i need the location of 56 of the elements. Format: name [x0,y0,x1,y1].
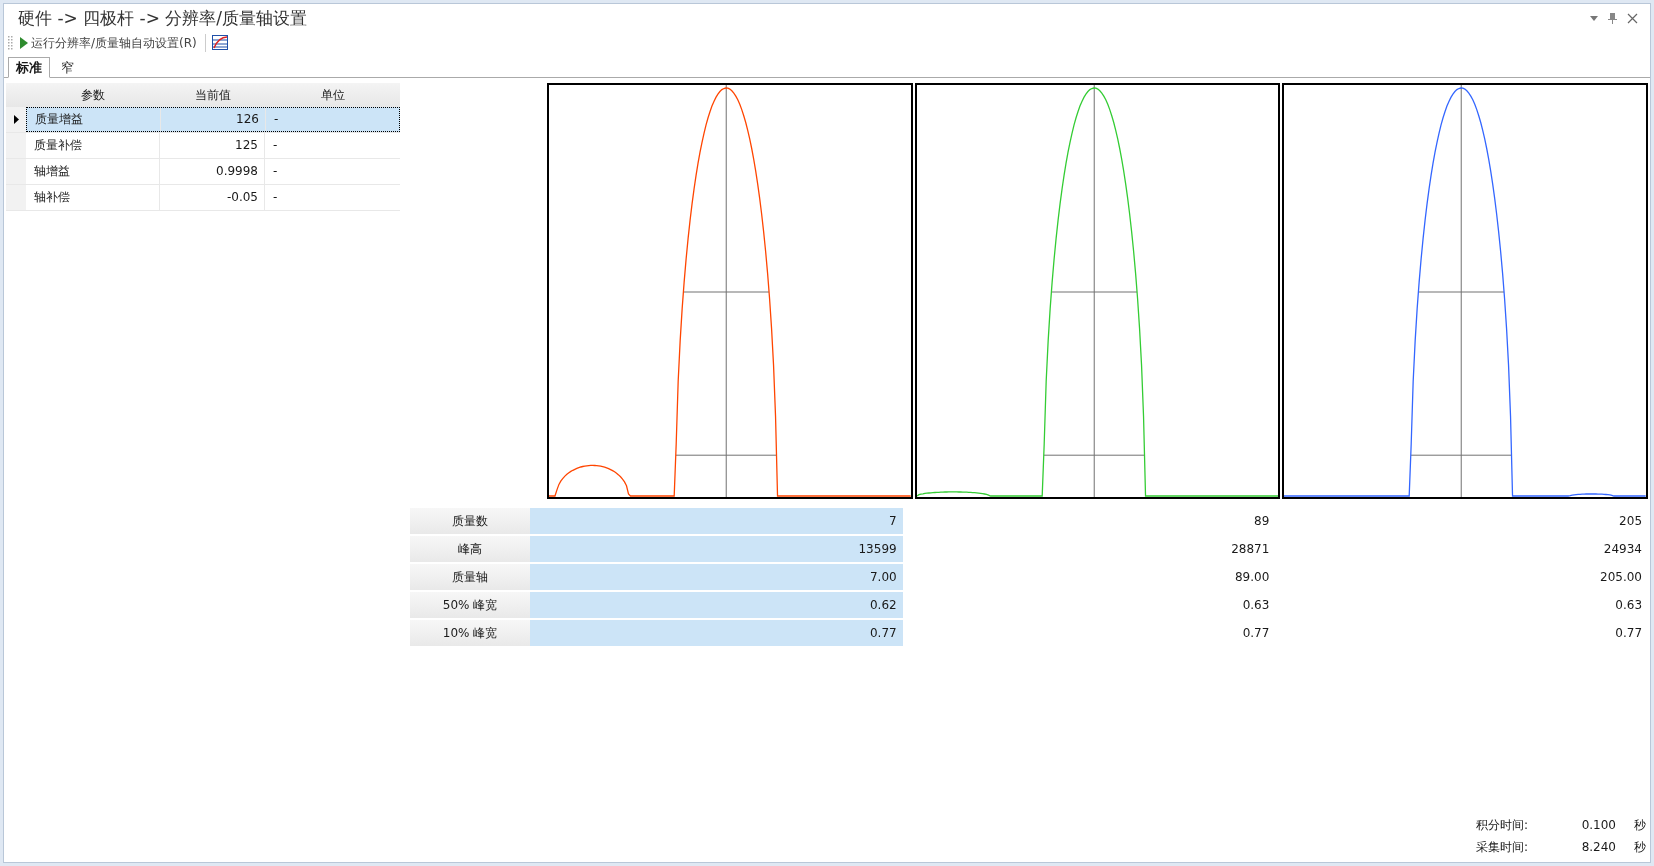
table-cell-text: 205 [1618,512,1643,530]
table-row[interactable]: 质量增益 126 - [26,106,400,132]
table-cell: 126 [161,107,266,131]
run-button[interactable]: 运行分辨率/质量轴自动设置(R) [18,33,199,52]
pin-icon[interactable] [1608,13,1617,25]
table-cell: 125 [160,132,265,158]
play-icon [20,36,28,49]
column-header: 当前值 [193,86,232,104]
table-cell: -0.05 [160,184,265,210]
row-label: 峰高 [410,535,530,562]
table-cell-text: 24934 [1602,540,1643,558]
table-cell: 0.62 [530,591,903,618]
tab[interactable]: 窄 [50,57,85,77]
table-cell-text: 89.00 [1234,568,1271,586]
field-value: 8.240 [1580,839,1616,856]
table-cell-text: 0.77 [1241,624,1271,642]
unit-label: 秒 [1634,817,1646,834]
row-header[interactable] [6,106,26,132]
row-label: 50% 峰宽 [410,591,530,618]
row-label: 质量数 [410,507,530,534]
table-cell: 0.9998 [160,158,265,184]
window-title: 硬件 -> 四极杆 -> 分辨率/质量轴设置 [18,7,308,30]
grip-icon [8,35,14,50]
tab[interactable]: 标准 [8,56,50,78]
table-cell: 轴补偿 [26,184,160,210]
table-cell-text: - [272,163,279,180]
unit-label: 秒 [1634,839,1646,856]
field-value: 0.100 [1580,817,1616,834]
table-cell-text: 0.63 [1241,596,1271,614]
dropdown-icon[interactable] [1590,16,1598,22]
table-cell-text: 28871 [1230,540,1271,558]
table-cell-text: - [273,111,280,128]
table-cell-text: - [272,137,279,154]
table-cell-text: 89 [1253,512,1271,530]
field-label: 采集时间: [1476,839,1530,856]
table-cell: 7 [530,507,903,534]
close-icon[interactable] [1627,13,1638,25]
table-cell: 7.00 [530,563,903,590]
field-label: 积分时间: [1476,817,1530,834]
table-cell-text: 205.00 [1599,568,1643,586]
table-row[interactable]: 轴补偿 -0.05 - [26,184,400,210]
column-header: 单位 [319,86,346,104]
table-cell: 质量补偿 [26,132,160,158]
table-row[interactable]: 轴增益 0.9998 - [26,158,400,184]
column-header: 参数 [80,86,106,104]
table-cell: 0.77 [530,619,903,646]
table-cell: 13599 [530,535,903,562]
table-row[interactable]: 质量补偿 125 - [26,132,400,158]
table-cell-text: 0.77 [1614,624,1643,642]
table-cell: 轴增益 [26,158,160,184]
row-label: 10% 峰宽 [410,619,530,646]
row-label: 质量轴 [410,563,530,590]
table-cell-text: 0.63 [1614,596,1643,614]
table-cell: 质量增益 [27,107,161,131]
table-cell-text: - [272,189,279,206]
chart-icon[interactable] [211,35,228,50]
